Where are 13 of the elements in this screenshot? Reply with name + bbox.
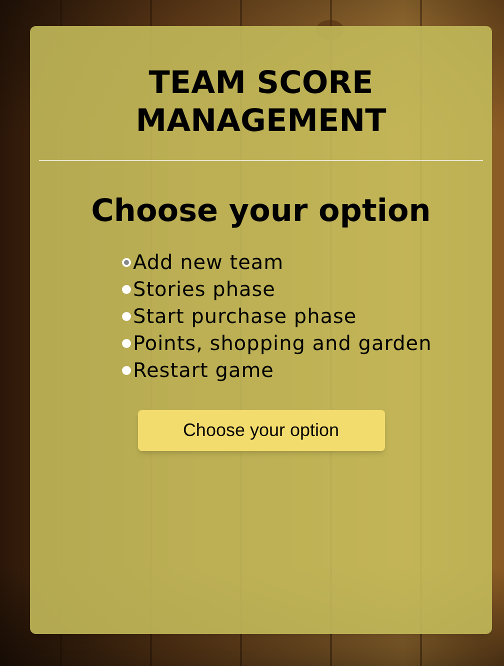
radio-button[interactable] — [122, 339, 131, 348]
section-heading: Choose your option — [91, 192, 431, 231]
option-label[interactable]: Stories phase — [133, 276, 276, 303]
radio-button[interactable] — [122, 366, 131, 375]
radio-button[interactable] — [122, 285, 131, 294]
radio-button[interactable] — [122, 258, 131, 267]
option-label[interactable]: Points, shopping and garden — [133, 330, 432, 357]
option-label[interactable]: Add new team — [133, 249, 284, 276]
option-label[interactable]: Restart game — [133, 357, 274, 384]
option-label[interactable]: Start purchase phase — [133, 303, 357, 330]
choose-option-button[interactable]: Choose your option — [138, 410, 384, 451]
radio-button[interactable] — [122, 312, 131, 321]
page-title: TEAM SCORE MANAGEMENT — [134, 64, 388, 140]
